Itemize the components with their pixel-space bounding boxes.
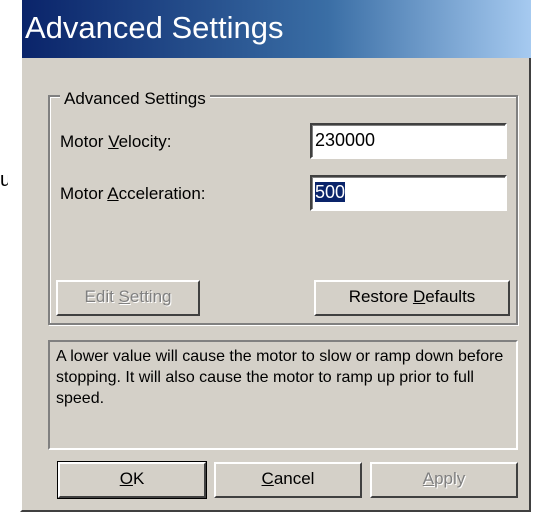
groupbox-label: Advanced Settings <box>60 88 210 110</box>
ok-button[interactable]: OK <box>57 461 207 499</box>
dialog-title-bar[interactable]: Advanced Settings <box>22 0 531 58</box>
edit-setting-button[interactable]: Edit Setting <box>56 280 200 316</box>
motor-acceleration-input[interactable]: 500 <box>310 175 507 211</box>
cancel-button[interactable]: Cancel <box>214 462 362 498</box>
restore-defaults-button[interactable]: Restore Defaults <box>314 280 510 316</box>
description-box: A lower value will cause the motor to sl… <box>48 340 518 450</box>
advanced-settings-dialog: Advanced Settings Advanced Settings Moto… <box>20 0 531 512</box>
background-text-fragment: u <box>0 169 8 191</box>
motor-velocity-label: Motor Velocity: <box>60 132 172 151</box>
selected-text: 500 <box>315 182 346 202</box>
motor-acceleration-label: Motor Acceleration: <box>60 184 206 203</box>
apply-button[interactable]: Apply <box>370 462 518 498</box>
dialog-title: Advanced Settings <box>25 10 284 45</box>
motor-velocity-input[interactable]: 230000 <box>310 123 507 159</box>
